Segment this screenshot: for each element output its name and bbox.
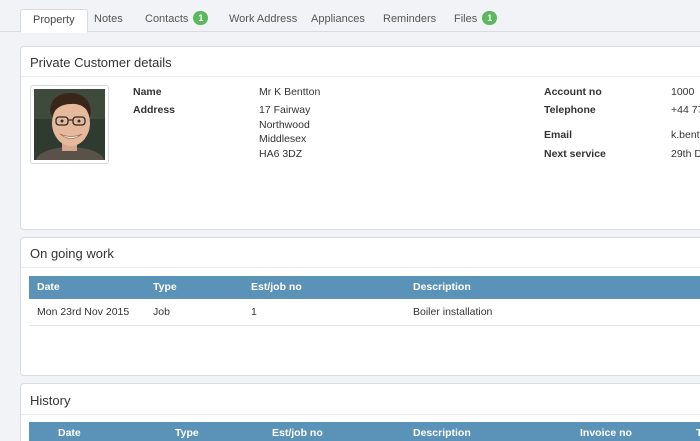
account-no-value: 1000 (671, 86, 695, 98)
column-header-type[interactable]: Type (153, 276, 177, 299)
tab-notes[interactable]: Notes (82, 9, 135, 32)
tab-files-label: Files (454, 13, 478, 25)
customer-details-title: Private Customer details (30, 55, 172, 70)
customer-details-panel: Private Customer details Name Mr K Bentt… (20, 46, 700, 230)
address-line: Northwood (259, 118, 310, 131)
ongoing-work-panel: On going work Date Type Est/job no Descr… (20, 237, 700, 376)
column-header-type[interactable]: Type (175, 422, 199, 441)
account-no-label: Account no (544, 86, 602, 98)
customer-name: Mr K Bentton (259, 86, 321, 98)
history-panel: History Date Type Est/job no Description… (20, 383, 700, 441)
address-line: Middlesex (259, 133, 307, 145)
email-value[interactable]: k.bentt (671, 129, 700, 141)
tab-work-address-label: Work Address (229, 13, 298, 25)
table-row[interactable]: Mon 23rd Nov 2015 Job 1 Boiler installat… (29, 299, 700, 326)
tab-appliances[interactable]: Appliances (299, 9, 377, 32)
column-header-total[interactable]: T (696, 422, 700, 441)
tab-notes-label: Notes (94, 13, 123, 25)
address-label: Address (133, 104, 176, 116)
contacts-count-badge: 1 (193, 11, 209, 25)
telephone-value: +44 77 (671, 104, 700, 116)
panel-divider (21, 267, 700, 268)
email-label: Email (544, 129, 573, 141)
tab-reminders-label: Reminders (383, 13, 437, 25)
tab-work-address[interactable]: Work Address (217, 9, 309, 32)
tab-contacts[interactable]: Contacts 1 (133, 9, 220, 32)
history-table-header: Date Type Est/job no Description Invoice… (29, 422, 700, 441)
customer-photo-icon (34, 89, 105, 160)
name-label: Name (133, 86, 162, 98)
tab-bar: Property Notes Contacts 1 Work Address Ap… (0, 0, 700, 33)
tab-property-label: Property (33, 14, 75, 26)
tab-contacts-label: Contacts (145, 13, 189, 25)
column-header-date[interactable]: Date (58, 422, 81, 441)
next-service-value: 29th D (671, 148, 700, 160)
address-line: HA6 3DZ (259, 147, 303, 160)
column-header-date[interactable]: Date (37, 276, 60, 299)
column-header-description[interactable]: Description (413, 422, 471, 441)
tab-appliances-label: Appliances (311, 13, 365, 25)
files-count-badge: 1 (482, 11, 498, 25)
address-line: 17 Fairway (259, 104, 311, 116)
row-type: Job (153, 306, 170, 318)
column-header-job-no[interactable]: Est/job no (251, 276, 302, 299)
next-service-label: Next service (544, 148, 606, 160)
column-header-description[interactable]: Description (413, 276, 471, 299)
panel-divider (21, 414, 700, 415)
customer-avatar (30, 85, 109, 164)
column-header-invoice-no[interactable]: Invoice no (580, 422, 632, 441)
ongoing-table-header: Date Type Est/job no Description (29, 276, 700, 299)
telephone-label: Telephone (544, 104, 596, 116)
tab-reminders[interactable]: Reminders (371, 9, 448, 32)
ongoing-work-title: On going work (30, 246, 114, 261)
tab-property[interactable]: Property (20, 9, 88, 33)
tab-files[interactable]: Files 1 (442, 9, 509, 32)
row-description: Boiler installation (413, 306, 493, 318)
history-title: History (30, 393, 71, 408)
panel-divider (21, 76, 700, 77)
row-date: Mon 23rd Nov 2015 (37, 306, 130, 318)
row-job-no: 1 (251, 306, 257, 318)
customer-address: 17 Fairway Northwood Middlesex HA6 3DZ (259, 104, 310, 162)
column-header-job-no[interactable]: Est/job no (272, 422, 323, 441)
